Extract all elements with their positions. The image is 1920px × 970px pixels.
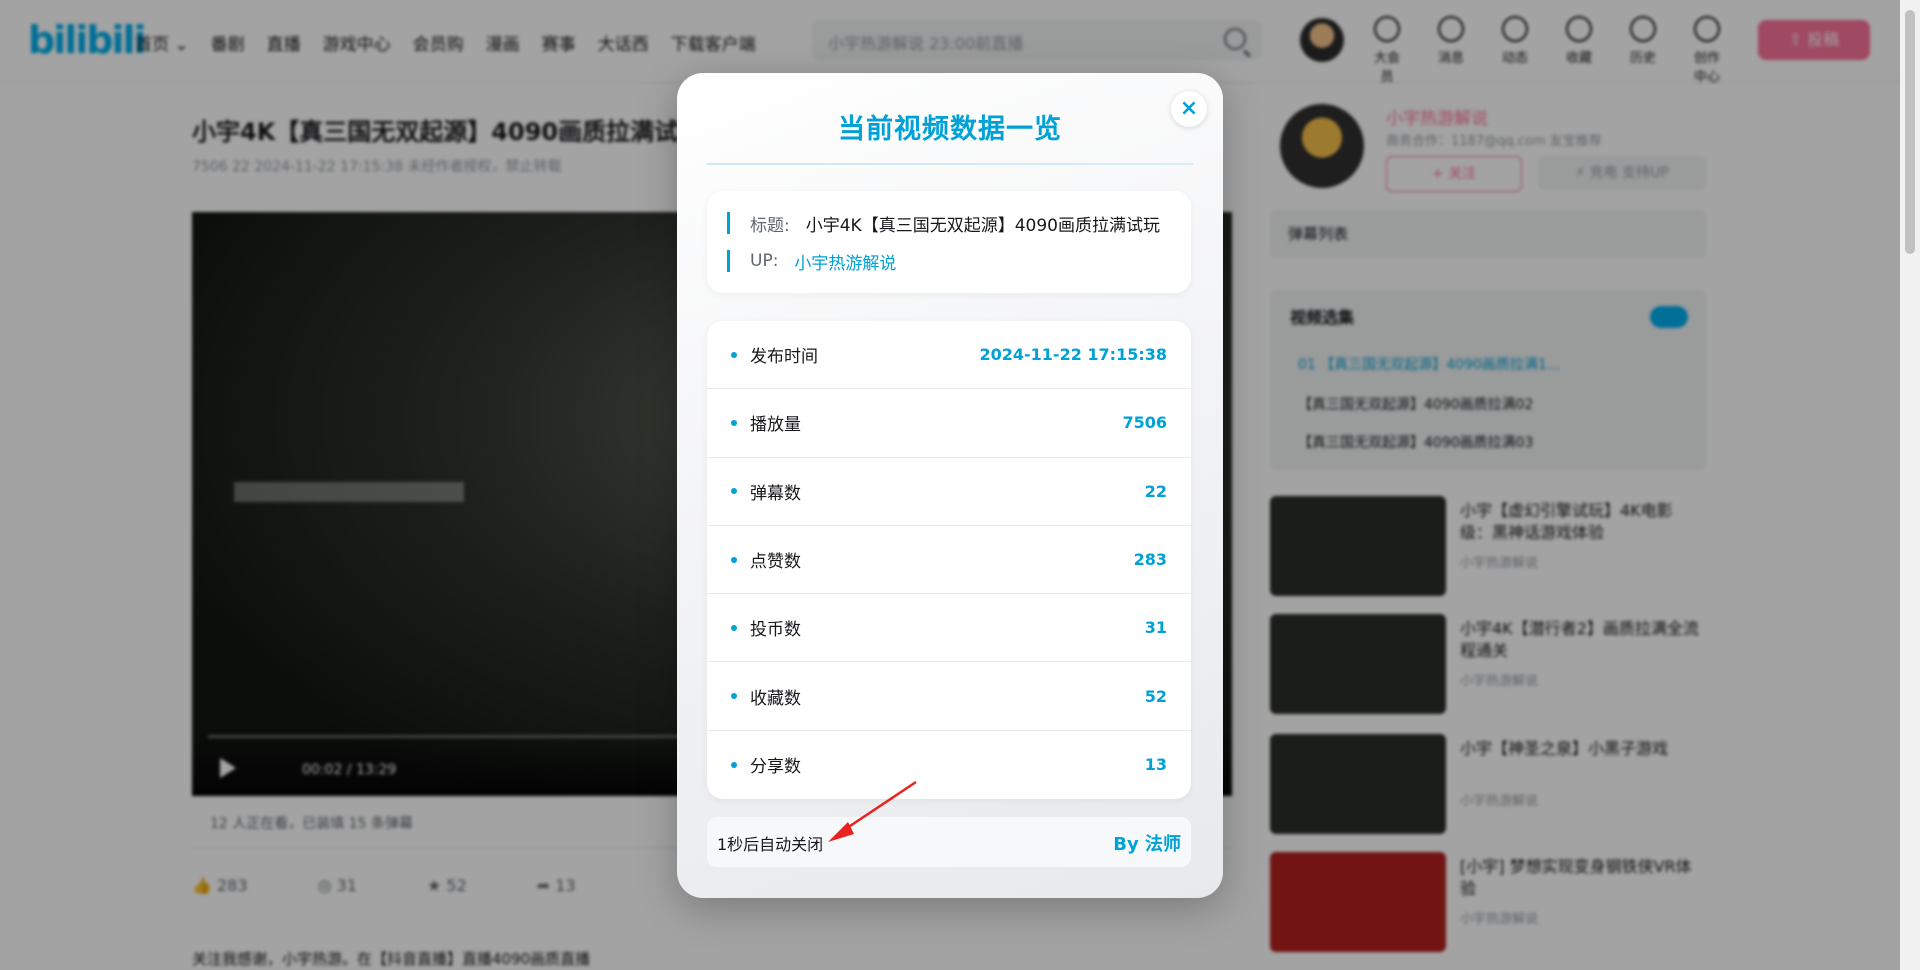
bullet-dot [731, 556, 737, 563]
author-credit: By 法师 [1113, 834, 1181, 855]
stat-value: 31 [1144, 618, 1167, 638]
close-icon: × [1179, 96, 1199, 121]
stat-row-favorites: 收藏数 52 [707, 662, 1191, 731]
auto-close-countdown: 1秒后自动关闭 [717, 835, 824, 854]
stat-label: 弹幕数 [750, 483, 801, 504]
bullet-dot [731, 488, 737, 495]
accent-bar [727, 212, 730, 234]
stat-label: 分享数 [750, 757, 801, 778]
stat-value: 22 [1144, 481, 1167, 501]
title-divider [707, 163, 1193, 165]
info-label: UP: [750, 251, 779, 271]
info-value-title: 小宇4K【真三国无双起源】4090画质拉满试玩 [805, 215, 1160, 236]
stat-value: 7506 [1122, 413, 1167, 433]
bullet-dot [731, 761, 737, 768]
video-stats-modal: 当前视频数据一览 × 标题: 小宇4K【真三国无双起源】4090画质拉满试玩 U… [677, 73, 1223, 898]
stat-label: 收藏数 [750, 688, 801, 709]
info-label: 标题: [750, 215, 790, 236]
stat-row-danmaku: 弹幕数 22 [707, 458, 1191, 526]
stat-row-coins: 投币数 31 [707, 594, 1191, 663]
stat-row-likes: 点赞数 283 [707, 526, 1191, 595]
accent-bar [727, 250, 730, 272]
stat-value: 2024-11-22 17:15:38 [979, 345, 1167, 365]
close-button[interactable]: × [1171, 91, 1207, 127]
stat-label: 发布时间 [750, 347, 818, 368]
video-info-card: 标题: 小宇4K【真三国无双起源】4090画质拉满试玩 UP: 小宇热游解说 [707, 191, 1191, 293]
modal-title: 当前视频数据一览 [838, 114, 1062, 145]
stat-value: 52 [1144, 686, 1167, 706]
stat-value: 13 [1144, 755, 1167, 775]
stat-row-publish-time: 发布时间 2024-11-22 17:15:38 [707, 321, 1191, 390]
bullet-dot [731, 693, 737, 700]
stat-label: 投币数 [750, 620, 801, 641]
page-scrollbar[interactable] [1900, 0, 1920, 970]
scrollbar-thumb[interactable] [1905, 10, 1915, 254]
info-row-up: UP: 小宇热游解说 [727, 249, 896, 274]
stats-card: 发布时间 2024-11-22 17:15:38 播放量 7506 弹幕数 22 点赞… [707, 321, 1191, 799]
stat-label: 播放量 [750, 415, 801, 436]
stat-row-views: 播放量 7506 [707, 389, 1191, 458]
info-value-up-link[interactable]: 小宇热游解说 [794, 249, 896, 274]
bullet-dot [731, 351, 737, 358]
stat-label: 点赞数 [750, 552, 801, 573]
modal-footer: 1秒后自动关闭 By 法师 [707, 817, 1191, 867]
bullet-dot [731, 624, 737, 631]
stat-row-shares: 分享数 13 [707, 731, 1191, 799]
bullet-dot [731, 419, 737, 426]
annotation-arrow-icon [828, 780, 917, 842]
stat-value: 283 [1133, 550, 1167, 570]
info-row-title: 标题: 小宇4K【真三国无双起源】4090画质拉满试玩 [727, 212, 1160, 236]
